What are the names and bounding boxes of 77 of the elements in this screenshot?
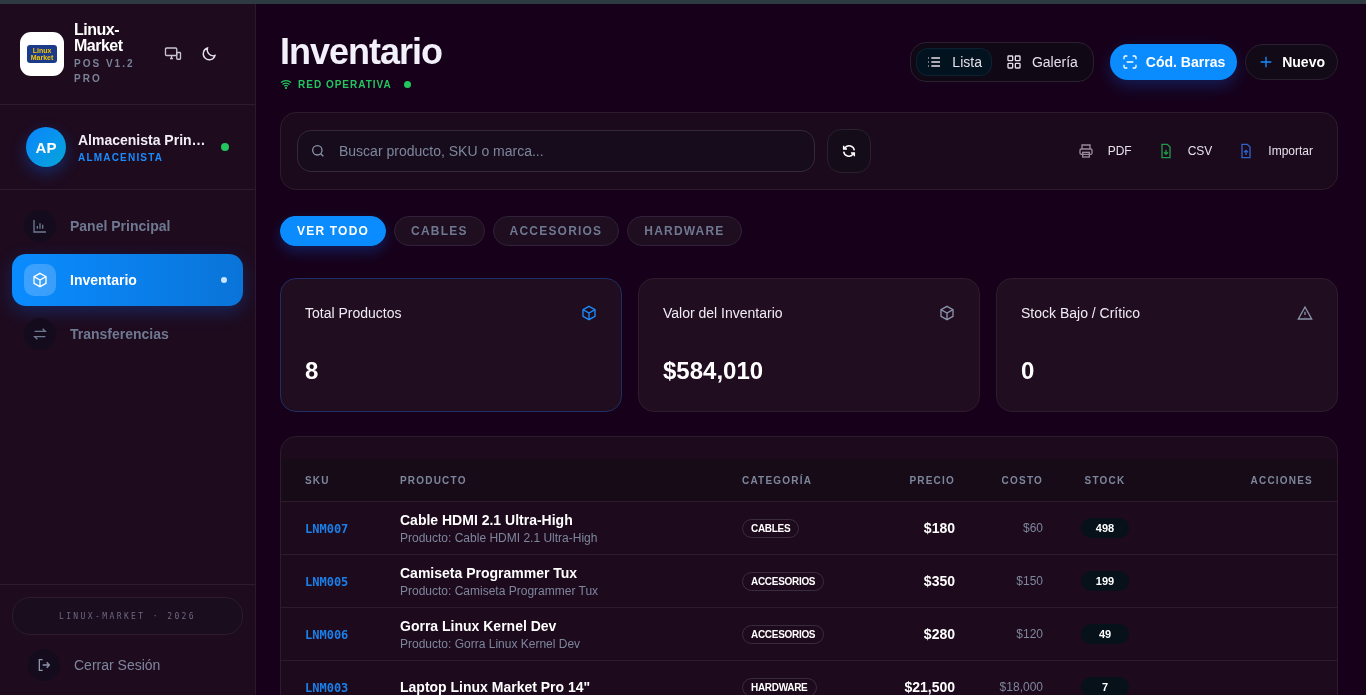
logout-button[interactable]: Cerrar Sesión <box>12 635 243 681</box>
cost-cell-text: $60 <box>1021 521 1044 535</box>
column-header: SKU <box>304 474 331 486</box>
cost-cell-text: $18,000 <box>998 680 1044 694</box>
product-name: Camiseta Programmer Tux <box>400 564 579 581</box>
cost-cell-text: $120 <box>1015 627 1044 641</box>
swap-arrows-icon <box>32 326 48 342</box>
stat-value: $584,010 <box>663 357 765 385</box>
product-description: Producto: Camiseta Programmer Tux <box>400 583 600 598</box>
view-tab[interactable]: Lista <box>916 48 992 76</box>
export-button[interactable]: CSV <box>1149 137 1221 165</box>
price-cell-text: $180 <box>922 520 956 536</box>
user-avatar: AP <box>26 127 66 167</box>
bar-chart-icon <box>32 218 48 234</box>
filter-chip[interactable]: VER TODO <box>280 216 387 246</box>
sku-link[interactable]: LNM003 <box>305 681 349 695</box>
stock-badge: 199 <box>1081 571 1129 591</box>
product-description: Producto: Gorra Linux Kernel Dev <box>400 636 582 651</box>
sku-link[interactable]: LNM006 <box>305 628 349 642</box>
printer-icon <box>1077 143 1094 159</box>
sku-link[interactable]: LNM007 <box>305 522 349 536</box>
column-header: PRECIO <box>908 474 956 486</box>
list-icon <box>926 54 943 70</box>
column-header: CATEGORÍA <box>741 474 814 486</box>
column-header: ACCIONES <box>1249 474 1314 486</box>
price-cell-text: $280 <box>922 626 956 642</box>
box-icon <box>939 305 955 321</box>
sku-link[interactable]: LNM005 <box>305 575 349 589</box>
product-name: Gorra Linux Kernel Dev <box>400 617 558 634</box>
new-button[interactable]: Nuevo <box>1245 44 1338 80</box>
moon-icon[interactable] <box>200 45 218 63</box>
brand-version: POS V1.2 PRO <box>74 57 136 86</box>
stock-badge: 498 <box>1081 518 1129 538</box>
view-tab[interactable]: Galería <box>995 48 1088 76</box>
warning-icon <box>1297 305 1313 321</box>
devices-icon[interactable] <box>164 45 182 63</box>
cost-cell-text: $150 <box>1015 574 1044 588</box>
search-icon <box>310 143 326 159</box>
user-role: ALMACENISTA <box>78 151 165 163</box>
price-cell-text: $350 <box>922 573 956 589</box>
box-icon <box>581 305 597 321</box>
stat-label: Total Productos <box>305 305 402 321</box>
stock-badge: 7 <box>1081 677 1129 695</box>
stat-value: 8 <box>305 357 320 385</box>
brand-name: Linux-Market <box>74 22 124 54</box>
stat-label: Stock Bajo / Crítico <box>1021 305 1141 321</box>
logout-icon <box>36 657 52 673</box>
scan-icon <box>1121 54 1138 70</box>
wifi-icon <box>280 78 292 90</box>
export-button[interactable]: PDF <box>1069 137 1140 165</box>
filter-chip[interactable]: ACCESORIOS <box>492 216 620 246</box>
filter-chip[interactable]: HARDWARE <box>627 216 742 246</box>
filter-chip[interactable]: CABLES <box>394 216 485 246</box>
page-title: Inventario <box>280 32 443 72</box>
user-name: Almacenista Prin… <box>78 131 207 148</box>
product-description: Producto: Cable HDMI 2.1 Ultra-High <box>400 530 599 545</box>
nav-item[interactable]: Transferencias <box>12 308 243 360</box>
stat-label: Valor del Inventario <box>663 305 783 321</box>
stock-badge: 49 <box>1081 624 1129 644</box>
barcode-button[interactable]: Cód. Barras <box>1109 44 1238 80</box>
stat-value: 0 <box>1021 357 1036 385</box>
export-button[interactable]: Importar <box>1230 137 1321 165</box>
column-header: COSTO <box>1000 474 1044 486</box>
network-status: RED OPERATIVA <box>298 78 392 90</box>
refresh-button[interactable] <box>827 129 871 173</box>
nav-item[interactable]: Inventario <box>12 254 243 306</box>
price-cell-text: $21,500 <box>903 679 956 695</box>
product-name: Cable HDMI 2.1 Ultra-High <box>400 511 574 528</box>
column-header: STOCK <box>1083 474 1127 486</box>
nav-item[interactable]: Panel Principal <box>12 200 243 252</box>
search-field[interactable]: Buscar producto, SKU o marca... <box>297 130 815 172</box>
footer-label: LINUX-MARKET · 2026 <box>12 597 243 635</box>
grid-icon <box>1005 54 1022 70</box>
column-header: PRODUCTO <box>399 474 468 486</box>
box-icon <box>32 272 48 288</box>
product-name: Laptop Linux Market Pro 14" <box>400 679 592 695</box>
refresh-icon <box>841 143 857 159</box>
